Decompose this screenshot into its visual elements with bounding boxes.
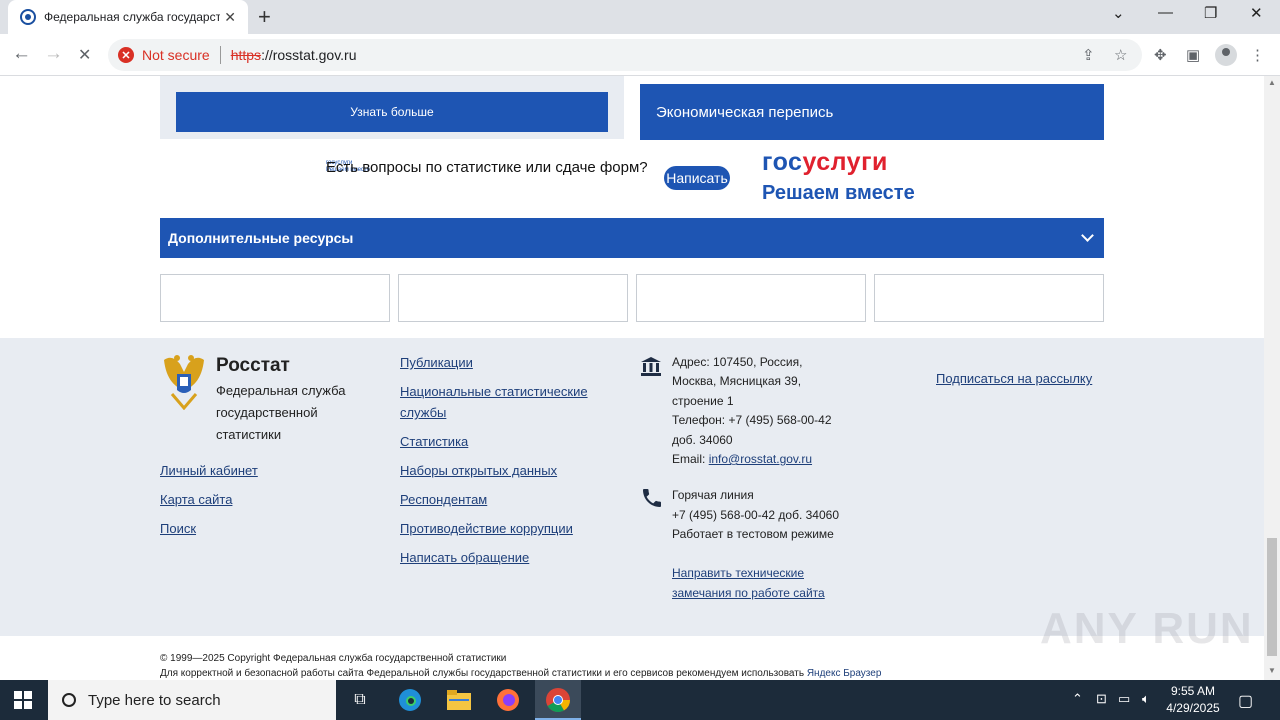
- task-view-icon[interactable]: ⧉: [344, 684, 376, 716]
- firefox-icon[interactable]: [492, 684, 524, 716]
- network-icon[interactable]: ▭: [1118, 691, 1130, 707]
- email-label: Email:: [672, 452, 706, 466]
- write-button[interactable]: Написать: [664, 166, 730, 190]
- accordion-title: Дополнительные ресурсы: [168, 230, 354, 246]
- security-label[interactable]: Not secure: [142, 47, 210, 63]
- building-icon: [641, 357, 661, 376]
- tab-strip: Федеральная служба государственной стати…: [0, 0, 1280, 34]
- back-button[interactable]: ←: [12, 43, 31, 65]
- clock-time: 9:55 AM: [1170, 684, 1216, 698]
- subscribe-link[interactable]: Подписаться на рассылку: [936, 368, 1092, 389]
- web-page: Узнать больше Экономическая перепись гос…: [0, 76, 1264, 680]
- gosuslugi-logo-blue: гос: [762, 148, 803, 176]
- chrome-icon: [546, 688, 570, 713]
- browser-toolbar: ← → ✕ ✕ Not secure https ://rosstat.gov.…: [0, 34, 1280, 76]
- copyright-text: © 1999—2025 Copyright Федеральная служба…: [160, 653, 507, 664]
- publications-link[interactable]: Публикации: [400, 352, 473, 373]
- hotline-phone: +7 (495) 568-00-42 доб. 34060: [672, 508, 839, 522]
- extensions-icon[interactable]: ✥: [1154, 46, 1167, 64]
- profile-avatar-icon[interactable]: [1215, 44, 1237, 66]
- brand-name: Росстат: [216, 355, 290, 376]
- anyrun-watermark: ANY RUN: [1040, 604, 1254, 653]
- rosstat-favicon-icon: [20, 9, 36, 25]
- windows-start-icon[interactable]: [14, 691, 32, 709]
- close-window-button[interactable]: ✕: [1250, 4, 1263, 22]
- national-statistics-link[interactable]: Национальные статистические службы: [400, 381, 610, 423]
- resource-card[interactable]: [636, 274, 866, 322]
- additional-resources-accordion[interactable]: Дополнительные ресурсы: [160, 218, 1104, 258]
- scroll-down-icon[interactable]: ▼: [1268, 666, 1276, 675]
- hotline-title: Горячая линия: [672, 488, 754, 502]
- url-host: ://rosstat.gov.ru: [261, 47, 357, 63]
- economic-census-banner[interactable]: Экономическая перепись: [640, 84, 1104, 140]
- chevron-up-icon[interactable]: ⌃: [1072, 691, 1083, 707]
- tech-feedback-link[interactable]: Направить технические замечания по работ…: [672, 563, 852, 603]
- tab-close-icon[interactable]: ✕: [224, 9, 236, 26]
- scrollbar-thumb[interactable]: [1267, 538, 1277, 656]
- tab-search-icon[interactable]: ⌄: [1112, 4, 1125, 22]
- not-secure-icon[interactable]: ✕: [118, 47, 134, 63]
- system-clock[interactable]: 9:55 AM 4/29/2025: [1158, 683, 1228, 717]
- search-link[interactable]: Поиск: [160, 518, 196, 539]
- scroll-up-icon[interactable]: ▲: [1268, 78, 1276, 87]
- volume-icon[interactable]: 🔈︎: [1142, 691, 1150, 707]
- url-scheme: https: [230, 47, 262, 63]
- divider: [219, 46, 221, 64]
- statistics-link[interactable]: Статистика: [400, 431, 468, 452]
- new-tab-button[interactable]: +: [258, 4, 271, 30]
- phone-text: Телефон: +7 (495) 568-00-42: [672, 413, 832, 427]
- gosuslugi-tagline: Решаем вместе: [762, 182, 915, 204]
- windows-taskbar: Type here to search ⧉ ⌃ ⊡ ▭ 🔈︎ 9:55 AM 4…: [0, 680, 1280, 720]
- phone-icon: [643, 489, 661, 507]
- resource-card[interactable]: [874, 274, 1104, 322]
- support-question: Есть вопросы по статистике или сдаче фор…: [326, 159, 648, 176]
- device-icon[interactable]: ⊡: [1096, 691, 1107, 707]
- restore-button[interactable]: ❐: [1204, 4, 1217, 22]
- hotline-note: Работает в тестовом режиме: [672, 527, 834, 541]
- page-scrollbar[interactable]: ▲ ▼: [1264, 76, 1280, 680]
- browser-note-text: Для корректной и безопасной работы сайта…: [160, 668, 805, 679]
- phone-ext: доб. 34060: [672, 433, 733, 447]
- bookmark-star-icon[interactable]: ☆: [1114, 46, 1127, 64]
- tab-title: Федеральная служба государственной стати…: [44, 10, 220, 24]
- search-icon: [62, 693, 76, 707]
- forward-button[interactable]: →: [44, 43, 63, 65]
- rosstat-emblem-icon: [164, 355, 204, 410]
- clock-date: 4/29/2025: [1166, 701, 1220, 715]
- file-explorer-icon[interactable]: [443, 684, 475, 716]
- anti-corruption-link[interactable]: Противодействие коррупции: [400, 518, 573, 539]
- address-line1: Адрес: 107450, Россия,: [672, 355, 803, 369]
- gosuslugi-logo-red: услуги: [802, 148, 888, 176]
- open-data-link[interactable]: Наборы открытых данных: [400, 460, 557, 481]
- address-line3: строение 1: [672, 394, 734, 408]
- stop-loading-button[interactable]: ✕: [78, 45, 91, 65]
- notifications-icon[interactable]: ▢: [1238, 691, 1253, 711]
- taskbar-search-box[interactable]: Type here to search: [48, 680, 336, 720]
- yandex-browser-link[interactable]: Яндекс Браузер: [807, 668, 882, 679]
- address-bar[interactable]: ✕ Not secure https ://rosstat.gov.ru: [108, 39, 1142, 71]
- browser-tab[interactable]: Федеральная служба государственной стати…: [8, 0, 248, 34]
- side-panel-icon[interactable]: ▣: [1186, 46, 1200, 64]
- learn-more-button[interactable]: Узнать больше: [176, 92, 608, 132]
- minimize-button[interactable]: —: [1158, 4, 1173, 21]
- chrome-taskbar-button[interactable]: [535, 680, 581, 720]
- respondents-link[interactable]: Респондентам: [400, 489, 487, 510]
- browser-recommendation: Для корректной и безопасной работы сайта…: [160, 668, 881, 679]
- edge-icon[interactable]: [394, 684, 426, 716]
- write-appeal-link[interactable]: Написать обращение: [400, 547, 529, 568]
- sitemap-link[interactable]: Карта сайта: [160, 489, 232, 510]
- share-icon[interactable]: ⇪: [1082, 46, 1095, 64]
- personal-account-link[interactable]: Личный кабинет: [160, 460, 258, 481]
- email-link[interactable]: info@rosstat.gov.ru: [709, 452, 812, 466]
- brand-subtitle: Федеральная служба государственной стати…: [216, 383, 346, 442]
- chevron-down-icon: [1081, 229, 1094, 242]
- menu-icon[interactable]: ⋮: [1250, 46, 1265, 64]
- address-line2: Москва, Мясницкая 39,: [672, 374, 802, 388]
- resource-card[interactable]: [160, 274, 390, 322]
- email-row: Email: info@rosstat.gov.ru: [672, 450, 812, 470]
- gosuslugi-logo[interactable]: госуслуги: [762, 148, 888, 177]
- resource-card[interactable]: [398, 274, 628, 322]
- search-placeholder: Type here to search: [88, 691, 221, 709]
